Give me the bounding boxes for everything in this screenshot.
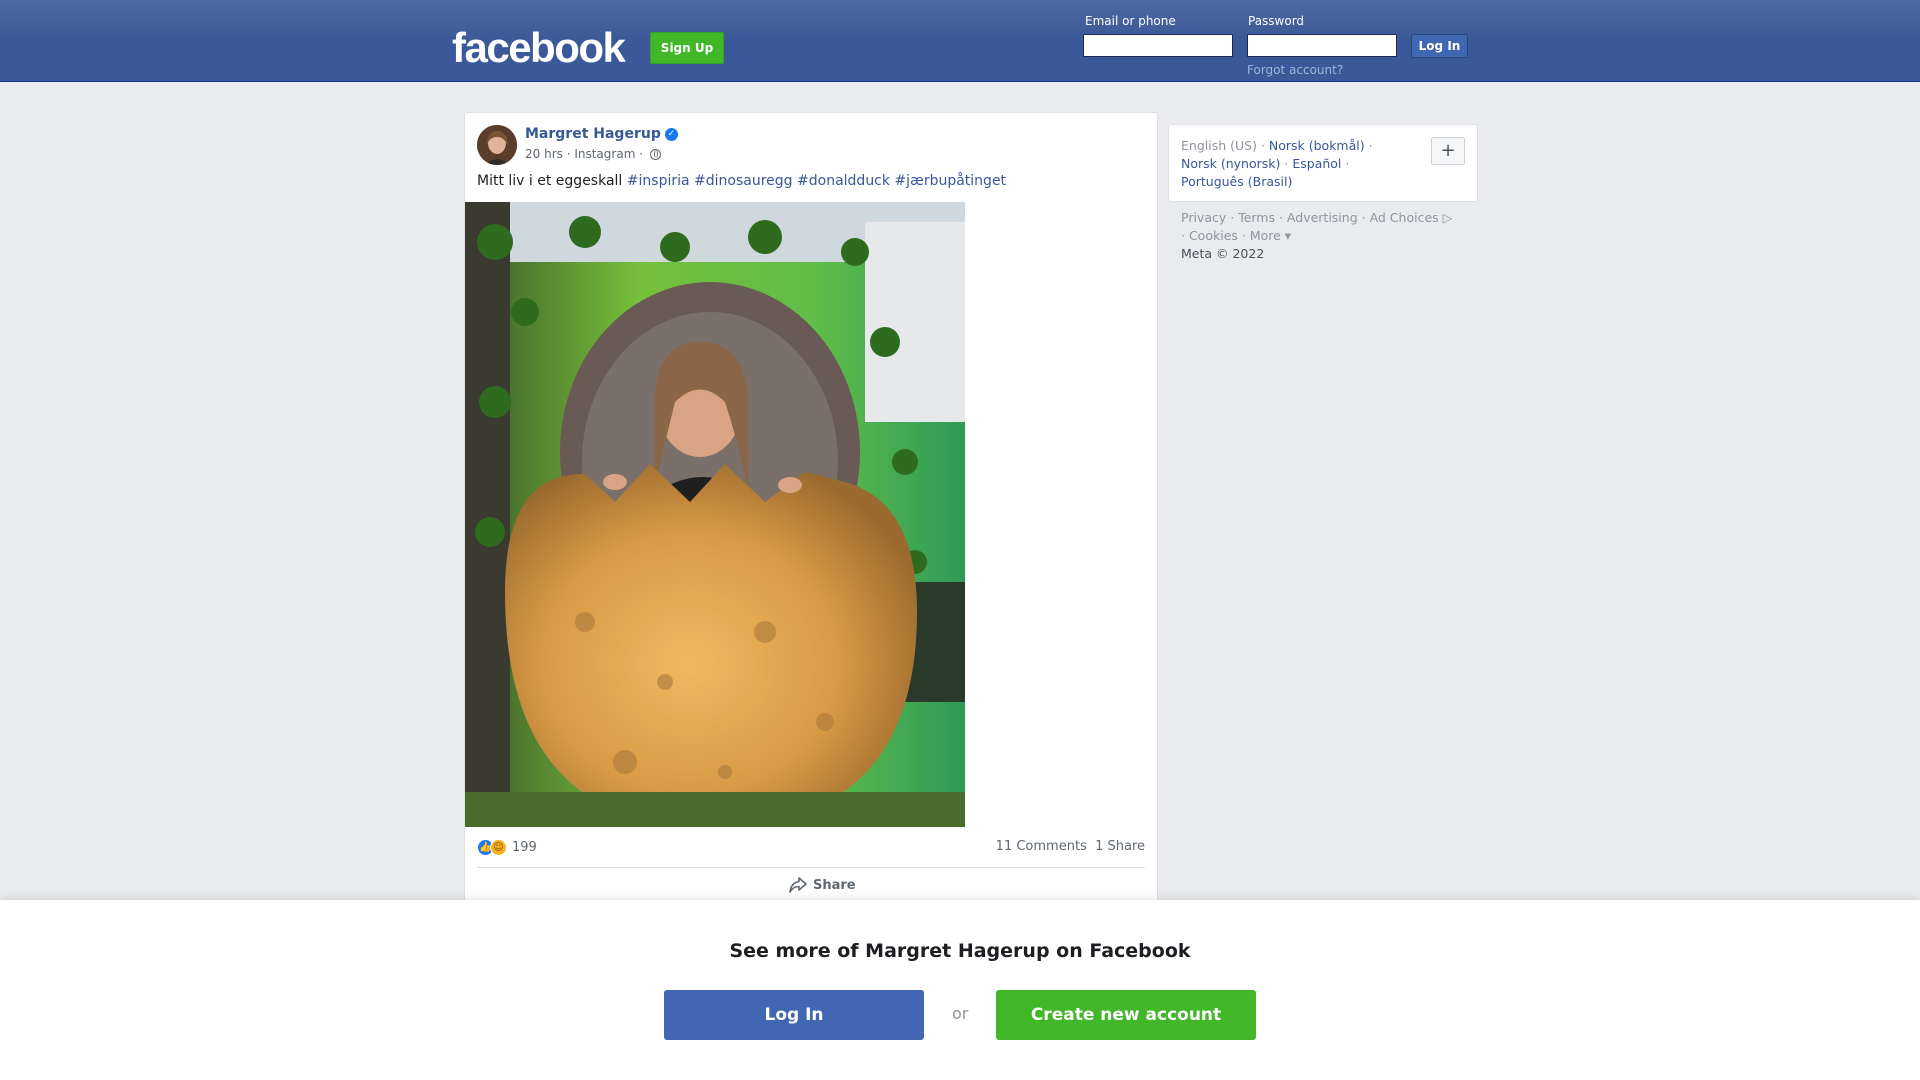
post-author[interactable]: Margret Hagerup ✓ <box>525 126 678 142</box>
post-meta: 20 hrs · Instagram · <box>525 147 661 161</box>
language-link[interactable]: Norsk (bokmål) <box>1269 138 1365 153</box>
header-login-button[interactable]: Log In <box>1411 34 1468 58</box>
hashtag-link[interactable]: #donaldduck <box>797 173 890 189</box>
post-caption: Mitt liv i et eggeskall #inspiria #dinos… <box>477 173 1006 189</box>
haha-icon: ☺ <box>490 839 507 856</box>
language-link[interactable]: Norsk (nynorsk) <box>1181 156 1280 171</box>
post-card: Margret Hagerup ✓ 20 hrs · Instagram · Mi… <box>464 112 1158 912</box>
overlay-title: See more of Margret Hagerup on Facebook <box>729 940 1191 962</box>
language-current: English (US) <box>1181 138 1257 153</box>
footer-links: Privacy · Terms · Advertising · Ad Choic… <box>1181 210 1453 261</box>
sign-up-button[interactable]: Sign Up <box>650 32 724 64</box>
email-label: Email or phone <box>1085 14 1176 28</box>
share-icon <box>789 877 807 893</box>
password-field[interactable] <box>1247 34 1397 57</box>
footer-link-advertising[interactable]: Advertising <box>1287 210 1358 225</box>
password-label: Password <box>1248 14 1305 28</box>
shares-count[interactable]: 1 Share <box>1095 839 1145 854</box>
caret-down-icon: ▾ <box>1280 228 1292 243</box>
overlay-login-button[interactable]: Log In <box>664 990 924 1040</box>
facebook-logo[interactable]: facebook <box>452 24 626 72</box>
hashtag-link[interactable]: #jærbupåtinget <box>894 173 1006 189</box>
footer-link-cookies[interactable]: Cookies <box>1189 228 1238 243</box>
divider <box>477 867 1145 868</box>
avatar[interactable] <box>477 125 517 165</box>
footer-link-ad-choices[interactable]: Ad Choices <box>1370 210 1439 225</box>
author-name[interactable]: Margret Hagerup <box>525 126 661 142</box>
language-selector: English (US) · Norsk (bokmål) · Norsk (n… <box>1168 124 1478 202</box>
engagement-counts: 11 Comments 1 Share <box>996 839 1145 854</box>
email-field[interactable] <box>1083 34 1233 57</box>
language-link[interactable]: Español <box>1292 156 1341 171</box>
language-link[interactable]: Português (Brasil) <box>1181 174 1292 189</box>
comments-count[interactable]: 11 Comments <box>996 839 1087 854</box>
globe-icon <box>649 149 661 160</box>
footer-link-terms[interactable]: Terms <box>1238 210 1275 225</box>
ad-choices-icon: ▷ <box>1438 210 1453 225</box>
post-source: Instagram <box>574 147 636 161</box>
reactions-summary[interactable]: 👍 ☺ 199 <box>477 839 537 856</box>
verified-badge-icon: ✓ <box>664 127 678 141</box>
more-languages-button[interactable]: + <box>1431 137 1465 165</box>
hashtag-link[interactable]: #inspiria <box>627 173 690 189</box>
share-label: Share <box>813 877 856 893</box>
caption-text: Mitt liv i et eggeskall <box>477 173 623 189</box>
login-prompt-overlay: See more of Margret Hagerup on Facebook … <box>0 900 1920 1080</box>
copyright: Meta © 2022 <box>1181 246 1265 261</box>
top-bar: facebook Sign Up Email or phone Password… <box>0 0 1920 82</box>
footer-link-privacy[interactable]: Privacy <box>1181 210 1226 225</box>
post-time[interactable]: 20 hrs <box>525 147 563 161</box>
share-button[interactable]: Share <box>789 877 856 893</box>
or-separator: or <box>952 1004 969 1023</box>
forgot-account-link[interactable]: Forgot account? <box>1247 63 1343 77</box>
footer-link-more[interactable]: More <box>1250 228 1281 243</box>
reaction-count: 199 <box>512 840 537 855</box>
create-account-button[interactable]: Create new account <box>996 990 1256 1040</box>
post-photo[interactable] <box>465 202 965 827</box>
hashtag-link[interactable]: #dinosauregg <box>694 173 793 189</box>
